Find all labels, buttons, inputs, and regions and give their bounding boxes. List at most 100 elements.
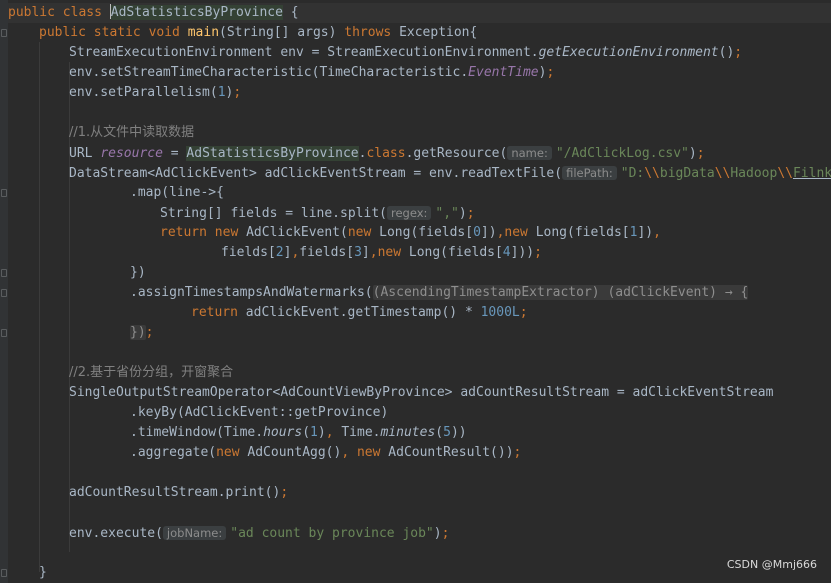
code-token: ; xyxy=(280,485,289,500)
fold-marker-icon[interactable] xyxy=(1,269,7,277)
code-line[interactable]: } xyxy=(39,563,47,583)
code-token: ( xyxy=(435,425,444,440)
code-token: Long(fields[ xyxy=(379,225,474,240)
code-line[interactable]: env.setParallelism(1); xyxy=(69,83,241,103)
code-line[interactable]: fields[2],fields[3],new Long(fields[4]))… xyxy=(221,243,542,263)
code-line[interactable]: .timeWindow(Time.hours(1), Time.minutes(… xyxy=(130,423,467,443)
fold-marker-icon[interactable] xyxy=(1,189,7,197)
folded-code-region[interactable]: (AscendingTimestampExtractor) (adClickEv… xyxy=(372,285,749,300)
code-token: new xyxy=(347,225,380,240)
code-comment: //1.从文件中读取数据 xyxy=(69,125,195,140)
code-token: 1 xyxy=(217,85,226,100)
code-token: ; xyxy=(546,65,555,80)
code-token: "/AdClickLog.csv" xyxy=(555,146,689,161)
code-line[interactable]: return new AdClickEvent(new Long(fields[… xyxy=(160,223,661,243)
code-line[interactable]: adCountResultStream.print(); xyxy=(69,483,288,503)
code-token: public static void xyxy=(39,25,188,40)
code-line[interactable]: StreamExecutionEnvironment env = StreamE… xyxy=(69,43,742,63)
code-token: main xyxy=(187,25,220,40)
code-line[interactable]: env.setStreamTimeCharacteristic(TimeChar… xyxy=(69,63,554,83)
code-token: .getResource( xyxy=(405,146,508,161)
code-token: )) xyxy=(450,425,467,440)
code-line[interactable]: env.execute(jobName: "ad count by provinc… xyxy=(69,523,449,543)
code-token: .map(line->{ xyxy=(130,185,224,200)
code-line[interactable]: .assignTimestampsAndWatermarks((Ascendin… xyxy=(130,283,749,303)
code-token: ]) xyxy=(480,225,497,240)
code-token: ; xyxy=(441,526,450,541)
code-line[interactable]: }) xyxy=(130,263,146,283)
code-token: adCountResultStream.print() xyxy=(69,485,281,500)
code-token: AdStatisticsByProvince xyxy=(186,146,359,161)
code-token: ) xyxy=(458,206,467,221)
code-line[interactable]: .map(line->{ xyxy=(130,183,224,203)
code-line[interactable]: .keyBy(AdClickEvent::getProvince) xyxy=(130,403,388,423)
code-token: "D: xyxy=(620,166,645,181)
code-token: Exception{ xyxy=(399,25,478,40)
code-token: () xyxy=(718,45,735,60)
code-token: "," xyxy=(435,206,459,221)
code-token: AdCountAgg() xyxy=(247,445,342,460)
fold-marker-icon[interactable] xyxy=(1,29,7,37)
code-line[interactable]: return adClickEvent.getTimestamp() * 100… xyxy=(191,303,528,323)
fold-marker-icon[interactable] xyxy=(1,569,7,577)
code-token: AdCountResult()) xyxy=(388,445,514,460)
code-token: ; xyxy=(534,245,542,260)
code-token: throws xyxy=(344,25,400,40)
code-line[interactable]: //2.基于省份分组，开窗聚合 xyxy=(69,363,233,383)
code-token: ; xyxy=(696,146,705,161)
code-token: return xyxy=(191,305,246,320)
code-line[interactable]: URL resource = AdStatisticsByProvince.cl… xyxy=(69,143,705,163)
code-token: Time. xyxy=(341,425,381,440)
code-token: new xyxy=(377,245,409,260)
code-token: ; xyxy=(145,325,154,340)
code-token: URL xyxy=(69,146,101,161)
code-token: 5 xyxy=(443,425,451,440)
code-line[interactable]: String[] fields = line.split(regex: ","); xyxy=(160,203,475,223)
code-line[interactable]: //1.从文件中读取数据 xyxy=(69,123,194,143)
code-token: AdStatisticsByProvince xyxy=(110,5,283,20)
code-token: , xyxy=(653,225,661,240)
indent-guide xyxy=(39,42,40,572)
param-hint: regex: xyxy=(386,206,432,220)
code-token: ])) xyxy=(510,245,535,260)
code-token: \\ xyxy=(714,166,731,181)
code-token: new xyxy=(504,225,536,240)
code-token: ; xyxy=(519,305,528,320)
code-token: resource xyxy=(100,146,163,161)
code-line[interactable]: DataStream<AdClickEvent> adClickEventStr… xyxy=(69,163,831,183)
code-token: ) xyxy=(317,425,326,440)
code-line[interactable]: SingleOutputStreamOperator<AdCountViewBy… xyxy=(69,383,773,403)
code-line[interactable]: .aggregate(new AdCountAgg(), new AdCount… xyxy=(130,443,521,463)
watermark: CSDN @Mmj666 xyxy=(726,558,817,571)
code-token: 1000L xyxy=(480,305,520,320)
code-line[interactable]: }); xyxy=(130,323,153,343)
code-token: .aggregate( xyxy=(130,445,217,460)
code-line[interactable]: public class AdStatisticsByProvince { xyxy=(8,3,831,23)
code-token: new xyxy=(216,445,248,460)
fold-marker-icon[interactable] xyxy=(1,329,7,337)
code-token: ; xyxy=(466,206,475,221)
code-token: Filnk xyxy=(792,166,831,181)
code-token: ) xyxy=(688,146,697,161)
code-line[interactable]: public static void main(String[] args) t… xyxy=(39,23,477,43)
param-hint: name: xyxy=(507,146,552,160)
code-token: \\ xyxy=(644,166,660,181)
code-token: class xyxy=(366,146,406,161)
code-token: }) xyxy=(130,265,146,280)
code-comment: //2.基于省份分组，开窗聚合 xyxy=(69,365,234,380)
code-token: return new xyxy=(160,225,247,240)
code-token: .timeWindow(Time. xyxy=(130,425,264,440)
code-token: env.setStreamTimeCharacteristic(TimeChar… xyxy=(69,65,469,80)
param-hint: jobName: xyxy=(162,526,227,540)
code-token: minutes xyxy=(380,425,436,440)
code-token: Long(fields[ xyxy=(408,245,503,260)
code-token: = xyxy=(162,146,187,161)
code-token: getExecutionEnvironment xyxy=(538,45,719,60)
code-token: env.setParallelism( xyxy=(69,85,218,100)
code-editor[interactable]: public class AdStatisticsByProvince { pu… xyxy=(0,0,831,583)
code-token: }) xyxy=(130,325,146,340)
code-token: fields[ xyxy=(221,245,276,260)
fold-marker-icon[interactable] xyxy=(1,289,7,297)
code-token: public class xyxy=(8,5,110,20)
code-token: , xyxy=(325,425,342,440)
